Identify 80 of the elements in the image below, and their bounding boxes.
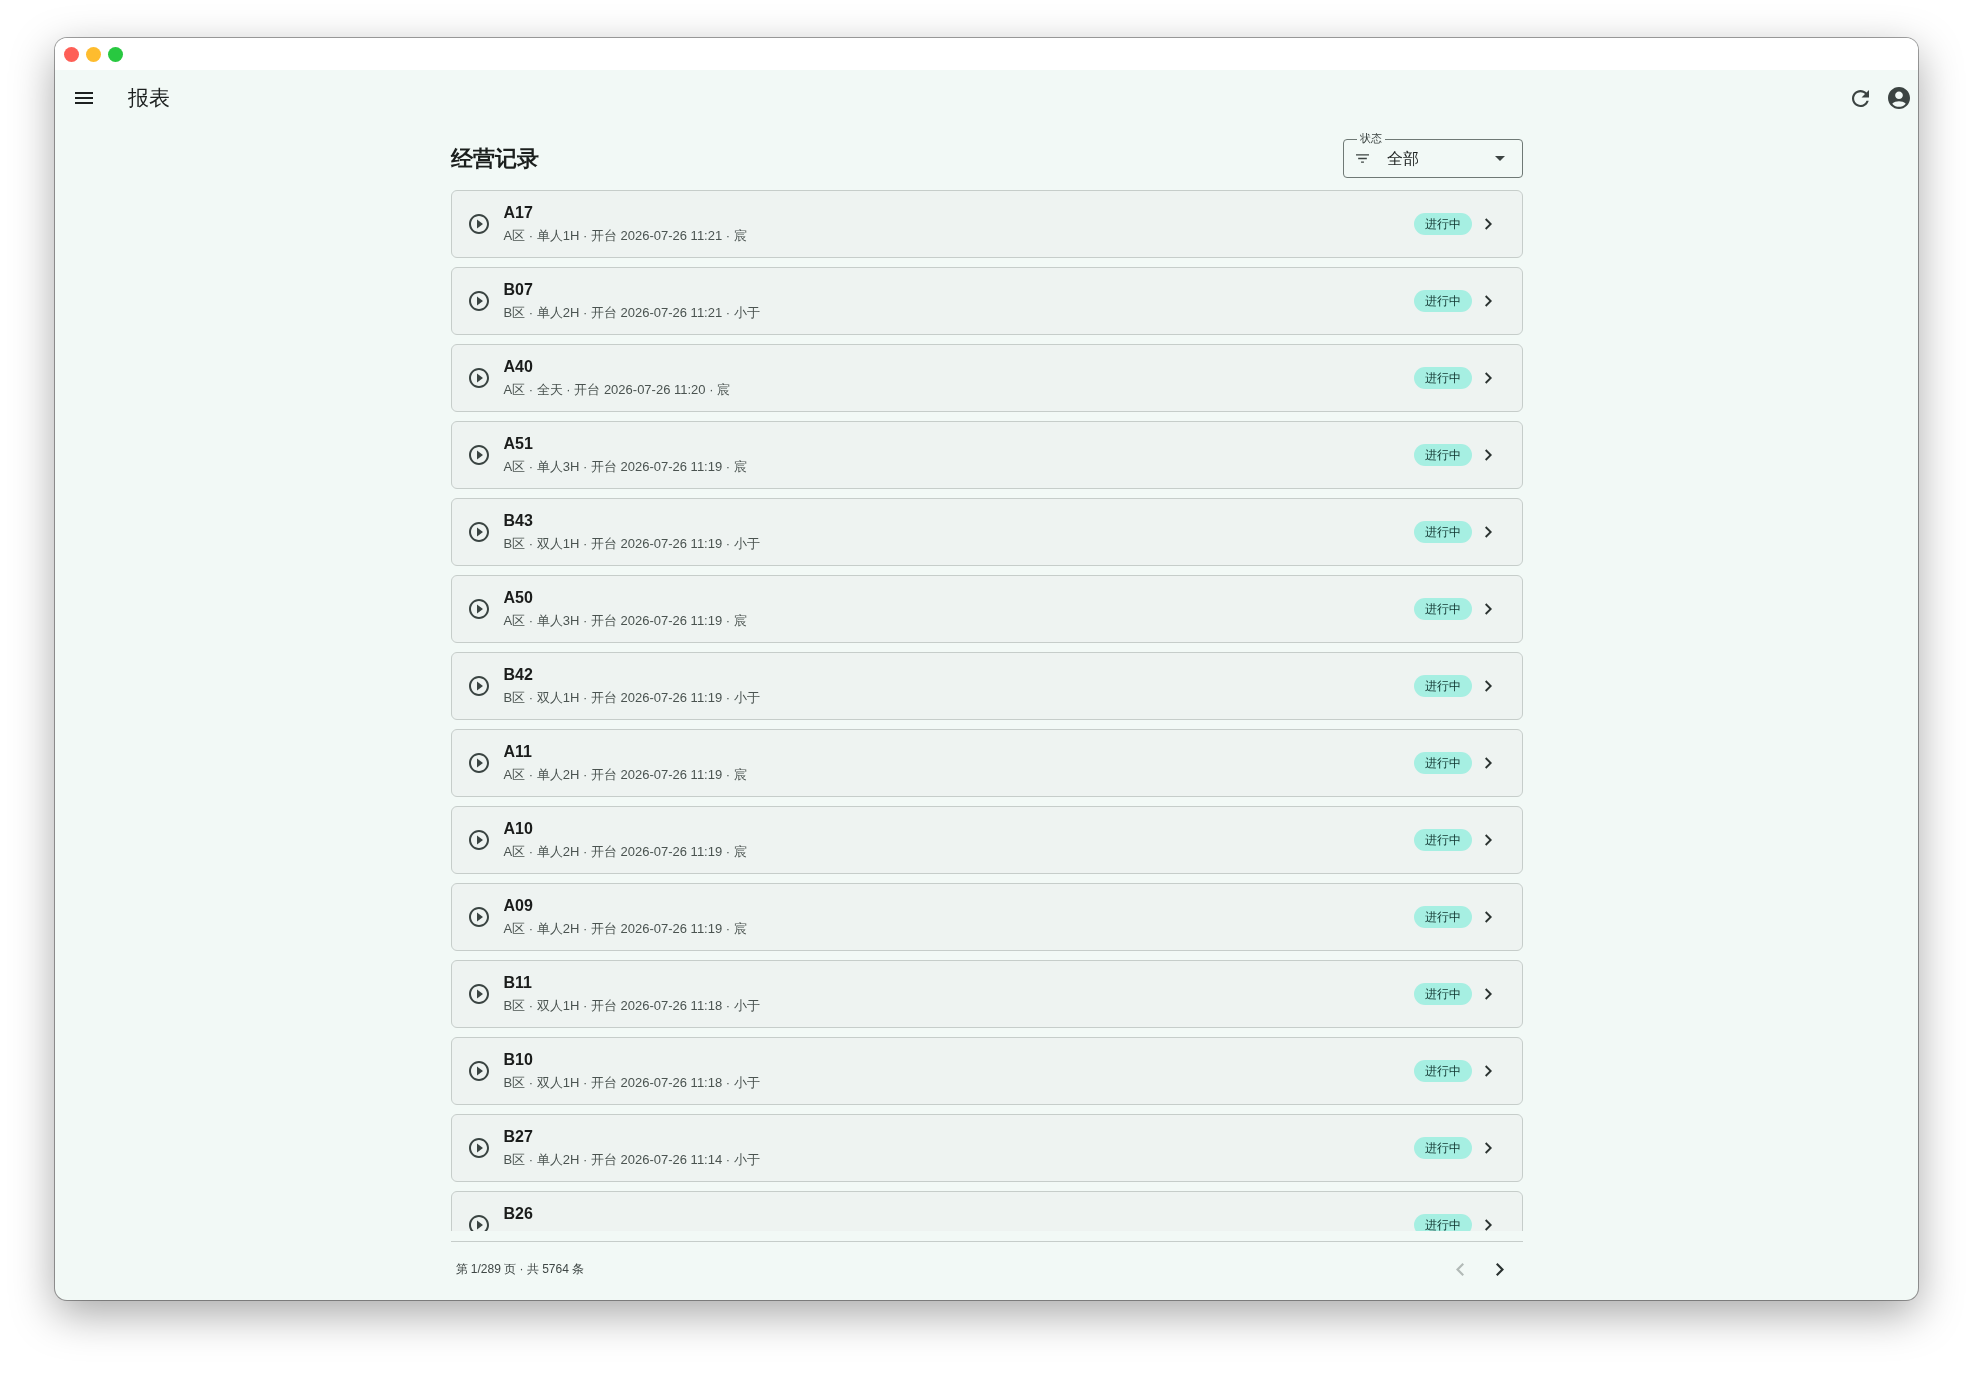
record-details: A区 · 全天 · 开台 2026-07-26 11:20 · 宸: [503, 381, 731, 399]
status-badge: 进行中: [1413, 1060, 1472, 1082]
record-title: B27: [503, 1127, 533, 1147]
status-badge: 进行中: [1413, 213, 1472, 235]
record-details: B区 · 单人2H · 开台 2026-07-26 11:14 · 小于: [503, 1151, 760, 1169]
record-row[interactable]: A17 A区 · 单人1H · 开台 2026-07-26 11:21 · 宸 进行中: [450, 190, 1523, 258]
record-row[interactable]: A10 A区 · 单人2H · 开台 2026-07-26 11:19 · 宸 进行中: [450, 806, 1523, 874]
record-details: A区 · 单人2H · 开台 2026-07-26 11:19 · 宸: [503, 766, 747, 784]
record-row[interactable]: B26 进行中: [450, 1191, 1523, 1231]
caret-down-icon: [1494, 156, 1505, 161]
record-row[interactable]: B10 B区 · 双人1H · 开台 2026-07-26 11:18 · 小于 进行中: [450, 1037, 1523, 1105]
record-title: B07: [503, 280, 533, 300]
record-row[interactable]: B43 B区 · 双人1H · 开台 2026-07-26 11:19 · 小于 进行中: [450, 498, 1523, 566]
record-details: A区 · 单人1H · 开台 2026-07-26 11:21 · 宸: [503, 227, 747, 245]
record-row[interactable]: B07 B区 · 单人2H · 开台 2026-07-26 11:21 · 小于 进行中: [450, 267, 1523, 335]
chevron-right-icon: [1484, 988, 1492, 1000]
chevron-right-icon: [1484, 911, 1492, 923]
status-badge: 进行中: [1413, 1214, 1472, 1231]
record-title: A09: [503, 896, 533, 916]
record-row[interactable]: B27 B区 · 单人2H · 开台 2026-07-26 11:14 · 小于 进行中: [450, 1114, 1523, 1182]
record-title: A40: [503, 357, 533, 377]
chevron-right-icon: [1484, 218, 1492, 230]
record-details: A区 · 单人2H · 开台 2026-07-26 11:19 · 宸: [503, 843, 747, 861]
status-badge: 进行中: [1413, 829, 1472, 851]
filter-label: 状态: [1356, 132, 1385, 145]
status-badge: 进行中: [1413, 521, 1472, 543]
chevron-right-icon: [1484, 1142, 1492, 1154]
account-icon[interactable]: [1888, 87, 1910, 109]
close-icon[interactable]: [64, 46, 79, 62]
record-title: B10: [503, 1050, 533, 1070]
record-title: A17: [503, 203, 533, 223]
chevron-right-icon[interactable]: [1495, 1262, 1504, 1276]
status-badge: 进行中: [1413, 444, 1472, 466]
page-heading: 经营记录: [450, 144, 539, 173]
record-title: A50: [503, 588, 533, 608]
record-title: A51: [503, 434, 533, 454]
chevron-right-icon: [1484, 1065, 1492, 1077]
menu-icon[interactable]: [75, 92, 93, 104]
status-badge: 进行中: [1413, 598, 1472, 620]
record-row[interactable]: A09 A区 · 单人2H · 开台 2026-07-26 11:19 · 宸 进行中: [450, 883, 1523, 951]
record-row[interactable]: B11 B区 · 双人1H · 开台 2026-07-26 11:18 · 小于 进行中: [450, 960, 1523, 1028]
status-badge: 进行中: [1413, 1137, 1472, 1159]
chevron-right-icon: [1484, 603, 1492, 615]
chevron-right-icon: [1484, 526, 1492, 538]
status-badge: 进行中: [1413, 906, 1472, 928]
record-title: B42: [503, 665, 533, 685]
refresh-icon[interactable]: [1852, 89, 1869, 107]
record-title: A11: [503, 742, 532, 762]
chevron-right-icon: [1484, 757, 1492, 769]
record-title: B43: [503, 511, 533, 531]
pagination-summary: 第 1/289 页 · 共 5764 条: [455, 1261, 585, 1277]
record-details: B区 · 双人1H · 开台 2026-07-26 11:18 · 小于: [503, 1074, 760, 1092]
record-details: B区 · 双人1H · 开台 2026-07-26 11:18 · 小于: [503, 997, 760, 1015]
chevron-right-icon: [1484, 1219, 1492, 1231]
chevron-right-icon: [1484, 295, 1492, 307]
record-details: A区 · 单人3H · 开台 2026-07-26 11:19 · 宸: [503, 458, 747, 476]
status-badge: 进行中: [1413, 983, 1472, 1005]
record-details: B区 · 单人2H · 开台 2026-07-26 11:21 · 小于: [503, 304, 760, 322]
record-details: A区 · 单人3H · 开台 2026-07-26 11:19 · 宸: [503, 612, 747, 630]
record-details: B区 · 双人1H · 开台 2026-07-26 11:19 · 小于: [503, 535, 760, 553]
record-row[interactable]: A40 A区 · 全天 · 开台 2026-07-26 11:20 · 宸 进行中: [450, 344, 1523, 412]
record-title: B11: [503, 973, 532, 993]
record-details: A区 · 单人2H · 开台 2026-07-26 11:19 · 宸: [503, 920, 747, 938]
filter-icon: [1355, 154, 1369, 163]
status-badge: 进行中: [1413, 675, 1472, 697]
status-badge: 进行中: [1413, 367, 1472, 389]
app-title: 报表: [128, 85, 170, 111]
chevron-right-icon: [1484, 834, 1492, 846]
record-title: B26: [503, 1204, 533, 1224]
record-details: B区 · 双人1H · 开台 2026-07-26 11:19 · 小于: [503, 689, 760, 707]
chevron-right-icon: [1484, 680, 1492, 692]
chevron-right-icon: [1484, 449, 1492, 461]
record-row[interactable]: A50 A区 · 单人3H · 开台 2026-07-26 11:19 · 宸 进行中: [450, 575, 1523, 643]
record-row[interactable]: A11 A区 · 单人2H · 开台 2026-07-26 11:19 · 宸 进行中: [450, 729, 1523, 797]
status-badge: 进行中: [1413, 752, 1472, 774]
record-row[interactable]: B42 B区 · 双人1H · 开台 2026-07-26 11:19 · 小于 进行中: [450, 652, 1523, 720]
record-row[interactable]: A51 A区 · 单人3H · 开台 2026-07-26 11:19 · 宸 进行中: [450, 421, 1523, 489]
status-badge: 进行中: [1413, 290, 1472, 312]
chevron-right-icon: [1484, 372, 1492, 384]
record-title: A10: [503, 819, 533, 839]
